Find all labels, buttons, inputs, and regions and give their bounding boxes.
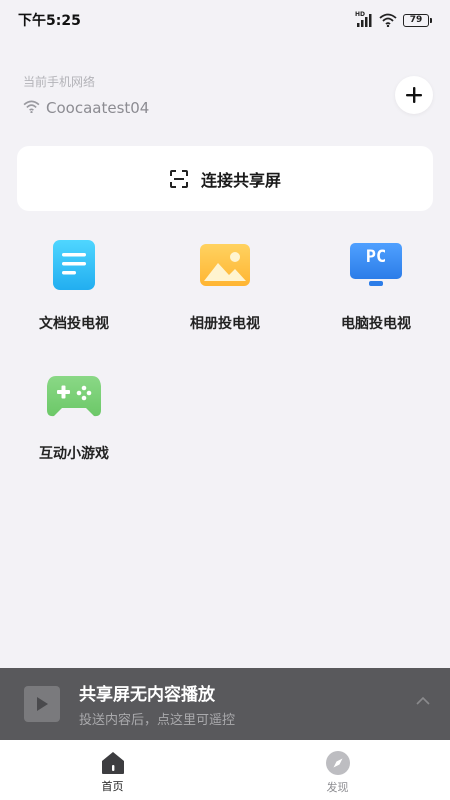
network-name: Coocaatest04 [46, 98, 150, 117]
home-icon [101, 751, 124, 774]
chevron-up-icon[interactable] [416, 696, 430, 706]
status-time: 下午5:25 [18, 13, 81, 29]
battery-level: 79 [403, 13, 429, 27]
feature-label: 互动小游戏 [39, 446, 109, 462]
bottom-tab-bar: 首页 发现 [0, 740, 450, 800]
pc-badge-text: PC [365, 247, 387, 267]
status-icons: HD 79 [355, 11, 432, 27]
signal-icon: HD [355, 11, 373, 27]
tab-discover[interactable]: 发现 [225, 740, 450, 800]
feature-photo-to-tv[interactable]: 相册投电视 [165, 237, 285, 347]
feature-pc-to-tv[interactable]: PC 电脑投电视 [316, 237, 436, 347]
add-device-button[interactable] [395, 76, 433, 114]
plus-icon [406, 87, 422, 103]
feature-label: 文档投电视 [39, 316, 109, 332]
play-icon [37, 697, 48, 711]
tab-label: 发现 [326, 780, 349, 794]
player-subtitle: 投送内容后，点这里可遥控 [79, 713, 236, 728]
compass-icon [325, 750, 350, 775]
network-label: 当前手机网络 [23, 75, 96, 89]
connect-shared-screen-button[interactable]: 连接共享屏 [17, 146, 433, 211]
play-button[interactable] [24, 686, 60, 722]
wifi-icon [379, 13, 397, 27]
tab-label: 首页 [101, 779, 124, 793]
player-text: 共享屏无内容播放 投送内容后，点这里可遥控 [79, 680, 235, 728]
feature-label: 电脑投电视 [341, 316, 411, 332]
scan-icon [169, 169, 188, 188]
player-title: 共享屏无内容播放 [79, 685, 215, 705]
signal-hd-label: HD [355, 11, 366, 18]
document-icon [46, 237, 102, 293]
tab-home[interactable]: 首页 [0, 740, 225, 800]
mini-player-bar[interactable]: 共享屏无内容播放 投送内容后，点这里可遥控 [0, 668, 450, 740]
status-bar: 下午5:25 HD 79 [0, 0, 450, 40]
pc-monitor-icon: PC [348, 237, 404, 293]
battery-icon: 79 [403, 13, 432, 27]
feature-interactive-games[interactable]: 互动小游戏 [14, 367, 134, 477]
wifi-icon [23, 98, 40, 117]
connect-label: 连接共享屏 [200, 170, 281, 190]
feature-document-to-tv[interactable]: 文档投电视 [14, 237, 134, 347]
feature-label: 相册投电视 [190, 316, 260, 332]
network-row: Coocaatest04 [23, 98, 149, 117]
photo-icon [197, 237, 253, 293]
gamepad-icon [46, 367, 102, 423]
